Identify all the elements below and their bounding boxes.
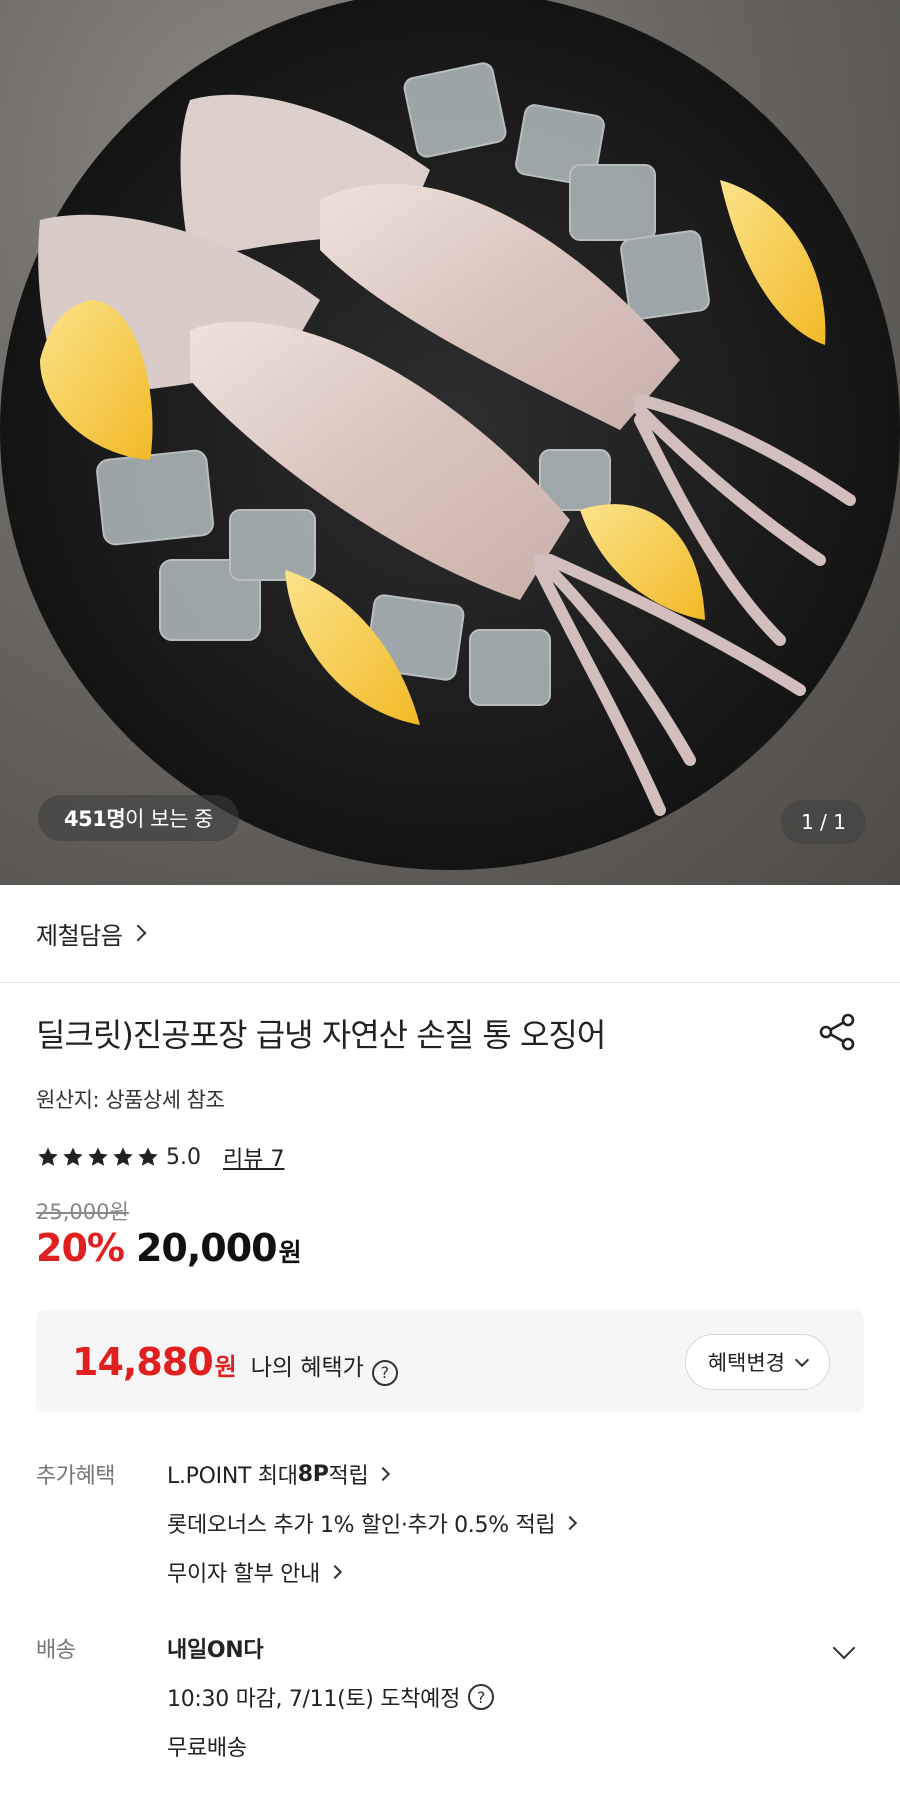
shipping-eta-text: 10:30 마감, 7/11(토) 도착예정: [167, 1687, 461, 1712]
star-icon: [113, 1147, 133, 1166]
chevron-right-icon: [129, 924, 147, 942]
viewer-count-suffix: 이 보는 중: [125, 807, 213, 831]
chevron-down-icon[interactable]: [832, 1636, 856, 1660]
star-icon: [138, 1147, 158, 1166]
shipping-title: 내일ON다: [167, 1638, 264, 1663]
chevron-right-icon: [327, 1564, 343, 1580]
chevron-right-icon: [563, 1515, 578, 1531]
origin-info: 원산지: 상품상세 참조: [36, 1088, 225, 1112]
star-icon: [88, 1147, 108, 1166]
review-link[interactable]: 리뷰 7: [223, 1141, 284, 1173]
star-icon: [38, 1147, 58, 1166]
product-title: 딜크릿)진공포장 급냉 자연산 손질 통 오징어: [36, 1016, 606, 1054]
benefit-label: 나의 혜택가: [250, 1355, 364, 1381]
benefit-change-button[interactable]: 혜택변경: [684, 1334, 830, 1390]
share-button[interactable]: [816, 1010, 860, 1054]
benefit-change-label: 혜택변경: [707, 1351, 785, 1375]
chevron-right-icon: [376, 1466, 391, 1482]
benefit-amount: 14,880: [72, 1340, 214, 1384]
benefit-currency: 원: [214, 1353, 237, 1381]
shipping-fee: 무료배송: [167, 1736, 247, 1761]
product-image[interactable]: 451명 이 보는 중 1 / 1: [0, 0, 900, 885]
extra-benefits-label: 추가혜택: [36, 1464, 115, 1489]
star-icon: [63, 1147, 83, 1166]
viewer-count: 451명: [64, 807, 126, 831]
lpoint-prefix: L.POINT 최대: [167, 1464, 298, 1489]
lpoint-suffix: 적립: [328, 1464, 369, 1489]
brand-link[interactable]: 제철담음: [36, 910, 147, 956]
squid-photo: [0, 0, 900, 870]
benefit-price: 14,880 원 나의 혜택가 ?: [72, 1340, 398, 1386]
discount-rate: 20%: [36, 1226, 125, 1270]
benefit-price-box: 14,880 원 나의 혜택가 ? 혜택변경: [36, 1310, 864, 1412]
question-circle-icon[interactable]: ?: [371, 1359, 398, 1386]
lpoint-benefit-link[interactable]: L.POINT 최대 8P 적립: [167, 1458, 391, 1490]
divider: [0, 982, 900, 983]
sale-currency: 원: [278, 1238, 302, 1267]
question-circle-icon[interactable]: ?: [468, 1684, 495, 1710]
brand-name: 제철담음: [36, 921, 123, 950]
share-icon: [819, 1013, 855, 1051]
shipping-eta: 10:30 마감, 7/11(토) 도착예정 ?: [167, 1681, 495, 1713]
chevron-down-icon: [794, 1352, 810, 1367]
rating-row: 5.0 리뷰 7: [36, 1140, 284, 1174]
installment-text: 무이자 할부 안내: [167, 1562, 320, 1587]
lotte-owners-text: 롯데오너스 추가 1% 할인·추가 0.5% 적립: [167, 1513, 556, 1538]
lotte-owners-benefit-link[interactable]: 롯데오너스 추가 1% 할인·추가 0.5% 적립: [167, 1507, 578, 1539]
image-page-indicator: 1 / 1: [781, 800, 866, 844]
viewer-count-badge: 451명 이 보는 중: [38, 795, 239, 841]
sale-price: 20,000: [135, 1226, 278, 1270]
price-row: 20% 20,000 원: [36, 1226, 302, 1270]
lpoint-points: 8P: [297, 1461, 329, 1487]
installment-info-link[interactable]: 무이자 할부 안내: [167, 1556, 343, 1588]
original-price: 25,000원: [36, 1200, 129, 1224]
rating-stars: [36, 1145, 160, 1169]
shipping-label: 배송: [36, 1638, 76, 1663]
rating-score: 5.0: [166, 1144, 201, 1170]
